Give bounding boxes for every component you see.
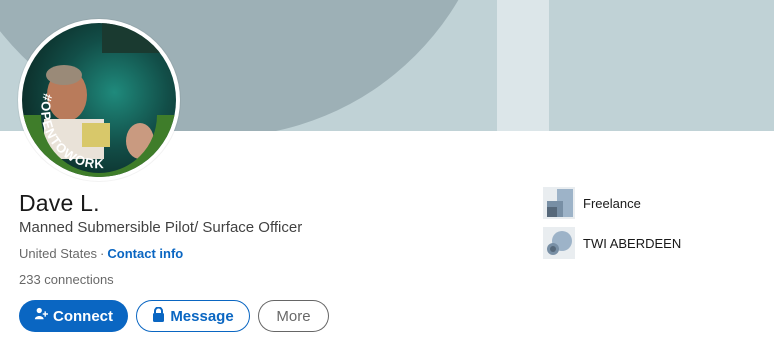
education-label: TWI ABERDEEN: [583, 235, 682, 251]
separator-dot: ·: [100, 246, 105, 261]
experience-label: Freelance: [583, 195, 641, 211]
more-button[interactable]: More: [258, 300, 329, 332]
connections-count: 233 connections: [19, 272, 114, 287]
profile-name: Dave L.: [19, 190, 100, 216]
banner-stripe: [497, 0, 549, 131]
company-logo-icon: [543, 187, 575, 219]
message-label: Message: [170, 307, 234, 325]
location-text: United States: [19, 246, 98, 261]
school-logo-icon: [543, 227, 575, 259]
contact-info-link[interactable]: Contact info: [107, 246, 183, 261]
profile-avatar[interactable]: #OPENTOWORK: [18, 19, 180, 181]
lock-icon: [152, 306, 165, 326]
avatar-photo: #OPENTOWORK: [22, 23, 176, 177]
experience-item-freelance[interactable]: Freelance: [543, 187, 641, 219]
connect-label: Connect: [53, 307, 113, 325]
connect-button[interactable]: Connect: [19, 300, 128, 332]
experience-item-education[interactable]: TWI ABERDEEN: [543, 227, 681, 259]
more-label: More: [276, 307, 311, 325]
location-row: United States · Contact info: [19, 246, 183, 261]
profile-headline: Manned Submersible Pilot/ Surface Office…: [19, 219, 303, 236]
message-button[interactable]: Message: [136, 300, 250, 332]
add-person-icon: [34, 307, 48, 325]
avatar-image: #OPENTOWORK: [22, 23, 176, 177]
